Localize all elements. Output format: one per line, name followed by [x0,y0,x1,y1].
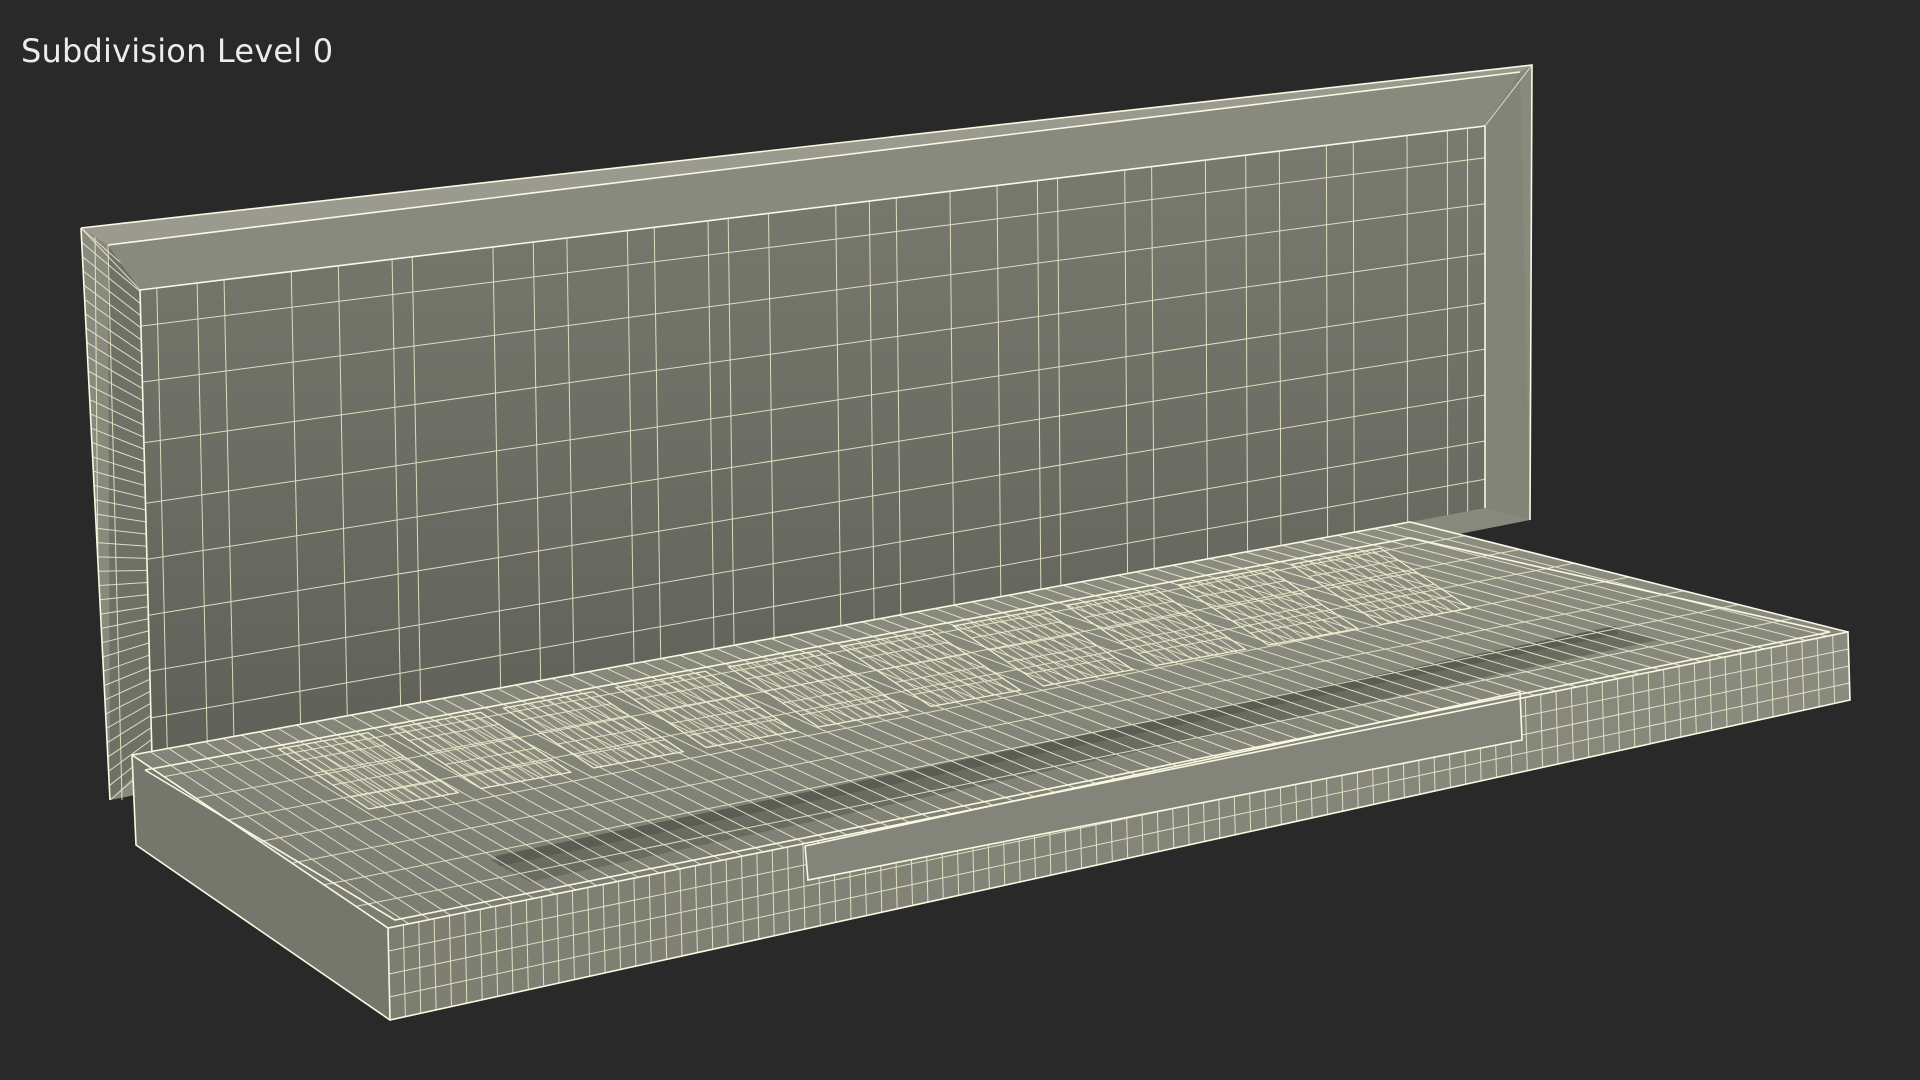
3d-viewport[interactable]: Subdivision Level 0 [0,0,1920,1080]
box-wireframe-model [80,64,1851,1021]
